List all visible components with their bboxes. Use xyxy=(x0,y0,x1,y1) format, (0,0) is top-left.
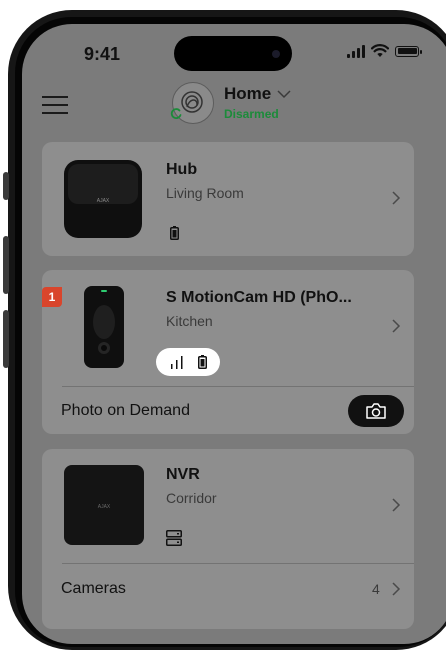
device-card-motioncam[interactable]: 1 S MotionCam HD (PhO... Kitchen Photo o… xyxy=(42,270,414,434)
space-name: Home xyxy=(224,84,272,103)
cameras-row[interactable]: Cameras 4 xyxy=(42,564,414,616)
signal-icon xyxy=(170,355,182,369)
hub-logo: AJAX xyxy=(97,198,110,204)
alert-count: 1 xyxy=(48,290,56,304)
wifi-icon xyxy=(371,44,389,57)
space-selector[interactable]: Home xyxy=(224,84,291,104)
chevron-right-icon xyxy=(392,582,401,596)
menu-icon[interactable] xyxy=(42,96,68,114)
device-status-pill xyxy=(156,348,220,376)
device-room: Corridor xyxy=(166,490,217,506)
device-card-hub[interactable]: AJAX Hub Living Room xyxy=(42,142,414,256)
device-card-nvr[interactable]: AJAX NVR Corridor Cameras 4 xyxy=(42,449,414,629)
nvr-device-image: AJAX xyxy=(64,465,144,545)
alert-badge: 1 xyxy=(42,287,62,307)
ethernet-icon xyxy=(166,530,182,546)
cameras-label: Cameras xyxy=(61,580,126,597)
device-room: Living Room xyxy=(166,185,244,201)
photo-on-demand-label: Photo on Demand xyxy=(61,402,190,419)
security-status: Disarmed xyxy=(224,107,279,121)
device-name: S MotionCam HD (PhO... xyxy=(166,289,352,306)
battery-icon xyxy=(197,355,207,369)
cellular-signal-icon xyxy=(347,44,365,58)
device-name: Hub xyxy=(166,161,198,178)
status-icons xyxy=(347,44,422,58)
nvr-logo: AJAX xyxy=(98,504,111,510)
phone-volume-down-button xyxy=(3,310,9,368)
device-room: Kitchen xyxy=(166,313,213,329)
chevron-down-icon xyxy=(277,89,291,98)
phone-volume-up-button xyxy=(3,236,9,294)
chevron-right-icon xyxy=(392,498,401,512)
motioncam-device-image xyxy=(84,286,124,368)
photo-on-demand-button[interactable] xyxy=(348,395,404,427)
battery-status-icon xyxy=(395,45,422,57)
cameras-count: 4 xyxy=(372,581,380,597)
chevron-right-icon xyxy=(392,191,401,205)
phone-action-button xyxy=(3,172,9,200)
app-screen: 9:41 Home Disarmed AJAX Hub Living Room … xyxy=(22,24,446,644)
dynamic-island xyxy=(174,36,292,71)
camera-icon xyxy=(366,403,386,419)
chevron-right-icon xyxy=(392,319,401,333)
status-time: 9:41 xyxy=(84,44,121,64)
hub-device-image: AJAX xyxy=(64,160,142,238)
device-name: NVR xyxy=(166,466,200,483)
refresh-icon xyxy=(170,108,182,119)
battery-icon xyxy=(170,226,179,240)
card-divider xyxy=(62,386,414,387)
